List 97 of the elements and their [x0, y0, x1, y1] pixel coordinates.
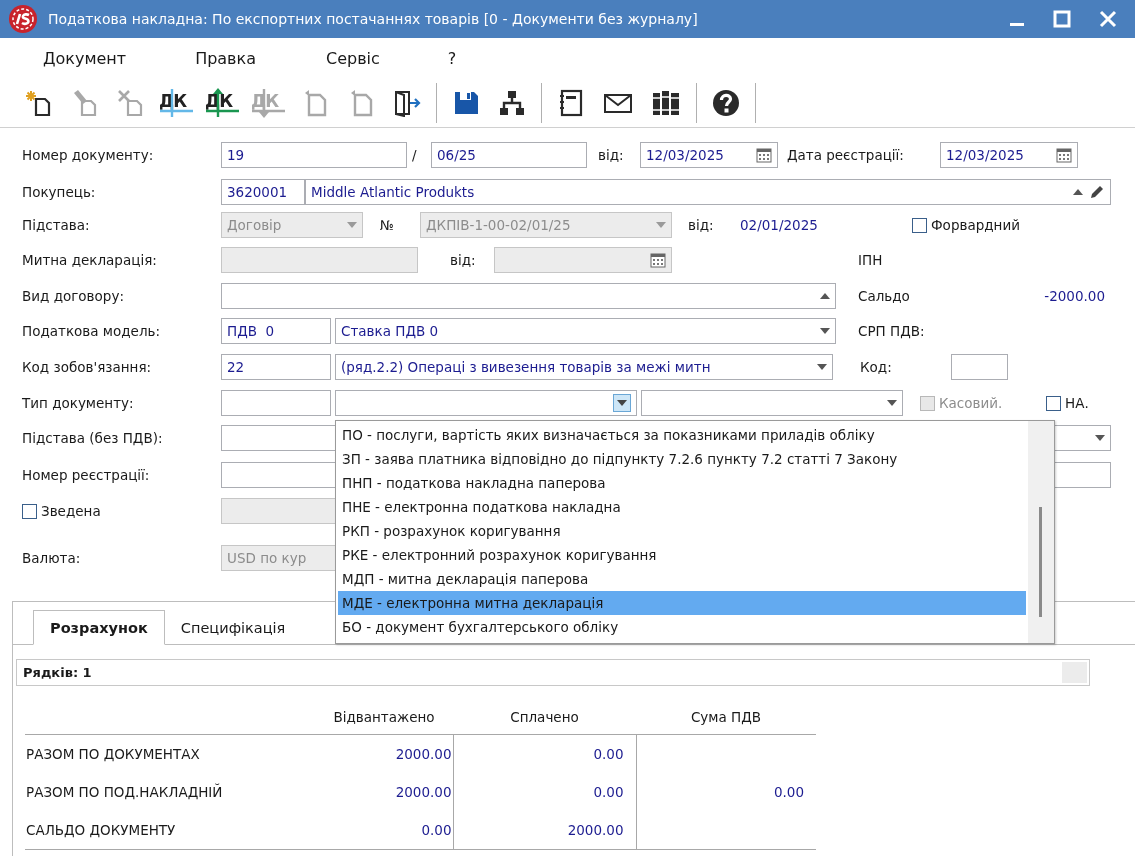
- text-field[interactable]: 06/25: [431, 142, 587, 168]
- maximize-icon[interactable]: [1053, 10, 1071, 28]
- close-icon[interactable]: [1099, 10, 1117, 28]
- list-item[interactable]: ПО - послуги, вартість яких визначається за показниками приладів обліку: [338, 423, 1026, 447]
- column-header: Сума ПДВ: [690, 709, 762, 725]
- field-label: від:: [450, 252, 477, 268]
- table-cell: 0.00: [593, 784, 624, 800]
- list-item[interactable]: ПНЕ - електронна податкова накладна: [338, 495, 1026, 519]
- field-label: Код зобов'язання:: [22, 359, 153, 375]
- field-label: Підстава (без ПДВ):: [22, 430, 164, 446]
- list-item[interactable]: БО - документ бухгалтерського обліку: [338, 615, 1026, 639]
- checkbox-label: Форвардний: [931, 217, 1020, 233]
- value-text: -2000.00: [1043, 288, 1105, 304]
- field-label: Номер реєстрації:: [22, 467, 151, 483]
- field-label: Код:: [860, 359, 893, 375]
- notebook-icon[interactable]: [557, 88, 585, 117]
- field-label: Валюта:: [22, 550, 82, 566]
- dropdown-field[interactable]: [641, 390, 903, 416]
- date-field[interactable]: 12/03/2025: [940, 142, 1078, 168]
- dropdown-field[interactable]: [221, 283, 836, 309]
- dropdown-field[interactable]: Ставка ПДВ 0: [335, 318, 836, 344]
- hierarchy-icon[interactable]: [498, 88, 526, 117]
- menu-item[interactable]: ?: [447, 48, 457, 68]
- checkbox[interactable]: [912, 217, 927, 233]
- field-label: Тип документу:: [22, 395, 135, 411]
- checkbox-label: Касовий.: [939, 395, 1003, 411]
- table-cell: 2000.00: [567, 822, 624, 838]
- field-label: від:: [598, 147, 625, 163]
- help-icon[interactable]: [712, 88, 740, 117]
- pencil-icon[interactable]: [1089, 184, 1105, 200]
- dropdown-field[interactable]: [335, 390, 637, 416]
- table-cell: 0.00: [421, 822, 452, 838]
- text-field[interactable]: [951, 354, 1008, 380]
- up-caret-icon[interactable]: [820, 293, 830, 299]
- text-field[interactable]: 22: [221, 354, 331, 380]
- up-caret-icon[interactable]: [1073, 189, 1083, 195]
- caret-icon[interactable]: [887, 400, 897, 406]
- app-logo-icon: [8, 4, 38, 34]
- row-label: РАЗОМ ПО ДОКУМЕНТАХ: [26, 746, 200, 762]
- menu-item[interactable]: Документ: [43, 48, 127, 68]
- calendar-icon[interactable]: [1056, 147, 1072, 163]
- caret-icon: [617, 400, 627, 406]
- checkbox[interactable]: [22, 503, 37, 519]
- list-item[interactable]: ПНП - податкова накладна паперова: [338, 471, 1026, 495]
- books-icon[interactable]: [651, 88, 681, 117]
- table-cell: 0.00: [773, 784, 804, 800]
- row-label: РАЗОМ ПО ПОД.НАКЛАДНІЙ: [26, 784, 223, 800]
- checkbox[interactable]: [1046, 395, 1061, 411]
- list-item[interactable]: РКП - розрахунок коригування: [338, 519, 1026, 543]
- calendar-icon[interactable]: [756, 147, 772, 163]
- menu-item[interactable]: Правка: [195, 48, 256, 68]
- exit-door-icon[interactable]: [393, 88, 421, 117]
- text-field[interactable]: [221, 390, 331, 416]
- text-field[interactable]: ПДВ 0: [221, 318, 331, 344]
- menu-item[interactable]: Сервіс: [326, 48, 380, 68]
- field-label: від:: [688, 217, 715, 233]
- field-label: Дата реєстрації:: [787, 147, 905, 163]
- list-item[interactable]: ЗП - заява платника відповідно до підпункту 7.2.6 пункту 7.2 статті 7 Закону: [338, 447, 1026, 471]
- lookup-field[interactable]: Middle Atlantic Produkts: [305, 179, 1111, 205]
- field-label: Номер документу:: [22, 147, 155, 163]
- value-text: 02/01/2025: [740, 217, 819, 233]
- dropdown-button[interactable]: [613, 394, 631, 412]
- field-label: Митна декларація:: [22, 252, 158, 268]
- date-field[interactable]: 12/03/2025: [640, 142, 778, 168]
- new-document-icon[interactable]: [25, 88, 53, 117]
- caret-icon[interactable]: [817, 364, 827, 370]
- rows-count: Рядків: 1: [23, 665, 92, 680]
- scrollbar-thumb[interactable]: [1039, 507, 1042, 617]
- list-item[interactable]: МДЕ - електронна митна декларація: [338, 591, 1026, 615]
- checkbox-label: Зведена: [41, 503, 101, 519]
- row-label: САЛЬДО ДОКУМЕНТУ: [26, 822, 176, 838]
- window-title: Податкова накладна: По експортних постачаннях товарів [0 - Документи без журналу]: [48, 11, 699, 27]
- field-label: Вид договору:: [22, 288, 125, 304]
- table-cell: 2000.00: [395, 784, 452, 800]
- list-item[interactable]: МДП - митна декларація паперова: [338, 567, 1026, 591]
- tab[interactable]: Розрахунок: [33, 610, 165, 645]
- field-label: Податкова модель:: [22, 323, 162, 339]
- text-field[interactable]: 19: [221, 142, 407, 168]
- field-label: №: [380, 217, 396, 233]
- caret-icon[interactable]: [820, 328, 830, 334]
- text-field[interactable]: 3620001: [221, 179, 305, 205]
- caret-icon[interactable]: [1095, 435, 1105, 441]
- field-label: Підстава:: [22, 217, 91, 233]
- field-label: Покупець:: [22, 184, 97, 200]
- dropdown-field[interactable]: (ряд.2.2) Операці з вивезення товарів за межі митн: [335, 354, 833, 380]
- field-label: СРП ПДВ:: [858, 323, 926, 339]
- table-cell: 0.00: [593, 746, 624, 762]
- list-item[interactable]: РКЕ - електронний розрахунок коригування: [338, 543, 1026, 567]
- field-label: Сальдо: [858, 288, 911, 304]
- tab[interactable]: Специфікація: [164, 610, 302, 645]
- column-header: Відвантажено: [333, 709, 435, 725]
- scrollbar[interactable]: [1028, 421, 1054, 643]
- checkbox-label: НА.: [1065, 395, 1089, 411]
- column-header: Сплачено: [510, 709, 579, 725]
- field-label: ІПН: [858, 252, 884, 268]
- field-label: /: [412, 147, 418, 163]
- table-cell: 2000.00: [395, 746, 452, 762]
